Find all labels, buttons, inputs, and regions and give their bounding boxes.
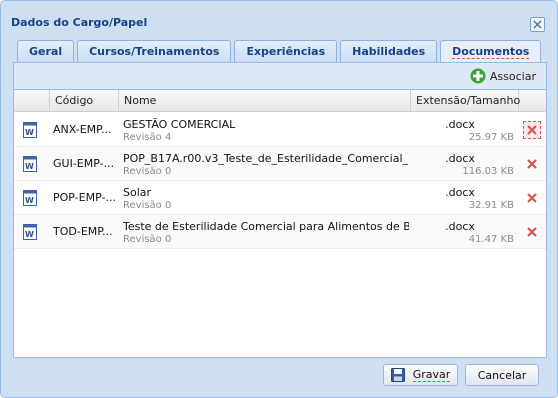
- document-size: 25.97 KB: [468, 132, 514, 143]
- row-code: TOD-EMP...: [53, 225, 113, 238]
- delete-icon: [527, 159, 537, 169]
- tab-habilidades[interactable]: Habilidades: [340, 40, 438, 62]
- row-name: POP_B17A.r00.v3_Teste_de_Esterilidade_Co…: [119, 147, 411, 181]
- header-codigo[interactable]: Código: [50, 90, 119, 112]
- document-name: Solar: [123, 186, 152, 199]
- delete-icon: [527, 227, 537, 237]
- row-name: Teste de Esterilidade Comercial para Ali…: [119, 215, 411, 249]
- header-nome[interactable]: Nome: [119, 90, 411, 112]
- word-document-icon: W: [23, 224, 37, 240]
- row-extension-size: .docx 41.47 KB: [414, 215, 518, 249]
- svg-text:W: W: [25, 230, 34, 239]
- table-row[interactable]: W GUI-EMP-... POP_B17A.r00.v3_Teste_de_E…: [14, 147, 546, 181]
- row-actions: [519, 113, 547, 147]
- document-name: Teste de Esterilidade Comercial para Ali…: [123, 220, 409, 233]
- dialog-title: Dados do Cargo/Papel: [11, 16, 148, 29]
- save-label: Gravar: [412, 368, 451, 382]
- document-extension: .docx: [445, 152, 475, 165]
- document-extension: .docx: [445, 186, 475, 199]
- row-code: POP-EMP-...: [53, 191, 116, 204]
- remove-document-button[interactable]: [523, 223, 541, 241]
- header-actions-column: [519, 90, 548, 112]
- document-revision: Revisão 4: [123, 132, 172, 143]
- header-icon-column: [14, 90, 50, 112]
- table-row[interactable]: W POP-EMP-... Solar Revisão 0 .docx 32.9…: [14, 181, 546, 215]
- cancel-label: Cancelar: [477, 368, 527, 382]
- cancel-button[interactable]: Cancelar: [465, 364, 539, 386]
- document-revision: Revisão 0: [123, 166, 172, 177]
- close-button[interactable]: [530, 17, 545, 32]
- document-extension: .docx: [445, 118, 475, 131]
- row-code: ANX-EMP...: [53, 123, 112, 136]
- document-revision: Revisão 0: [123, 234, 172, 245]
- floppy-disk-icon: [390, 368, 405, 382]
- row-extension-size: .docx 32.91 KB: [414, 181, 518, 215]
- tab-bar: Geral Cursos/Treinamentos Experiências H…: [17, 40, 544, 63]
- word-document-icon: W: [23, 156, 37, 172]
- document-size: 41.47 KB: [468, 234, 514, 245]
- row-code: GUI-EMP-...: [53, 157, 115, 170]
- documents-panel: Associar Código Nome Extensão/Tamanho W …: [13, 62, 547, 358]
- document-size: 116.03 KB: [462, 166, 514, 177]
- remove-document-button[interactable]: [523, 155, 541, 173]
- grid-header: Código Nome Extensão/Tamanho: [14, 90, 546, 112]
- document-name: GESTÃO COMERCIAL: [123, 118, 236, 131]
- row-actions: [519, 147, 547, 181]
- row-extension-size: .docx 116.03 KB: [414, 147, 518, 181]
- tab-cursos-treinamentos[interactable]: Cursos/Treinamentos: [77, 40, 232, 62]
- tab-experiencias[interactable]: Experiências: [234, 40, 338, 62]
- word-document-icon: W: [23, 122, 37, 138]
- add-icon: [470, 68, 486, 84]
- table-row[interactable]: W ANX-EMP... GESTÃO COMERCIAL Revisão 4 …: [14, 113, 546, 147]
- remove-document-button[interactable]: [523, 189, 541, 207]
- associate-label: Associar: [489, 69, 536, 83]
- panel-toolbar: Associar: [14, 63, 546, 90]
- dialog-window: Dados do Cargo/Papel Geral Cursos/Treina…: [0, 0, 558, 398]
- delete-icon: [527, 125, 537, 135]
- svg-text:W: W: [25, 128, 34, 137]
- document-size: 32.91 KB: [468, 200, 514, 211]
- dialog-titlebar[interactable]: Dados do Cargo/Papel: [1, 1, 557, 35]
- row-actions: [519, 181, 547, 215]
- word-document-icon: W: [23, 190, 37, 206]
- tab-geral[interactable]: Geral: [17, 40, 75, 62]
- document-name: POP_B17A.r00.v3_Teste_de_Esterilidade_Co…: [123, 152, 409, 165]
- close-icon: [533, 20, 542, 29]
- row-name: GESTÃO COMERCIAL Revisão 4: [119, 113, 411, 147]
- header-extensao-tamanho[interactable]: Extensão/Tamanho: [411, 90, 520, 112]
- associate-button[interactable]: Associar: [470, 68, 536, 84]
- row-name: Solar Revisão 0: [119, 181, 411, 215]
- svg-text:W: W: [25, 196, 34, 205]
- grid-body: W ANX-EMP... GESTÃO COMERCIAL Revisão 4 …: [14, 113, 546, 249]
- save-button[interactable]: Gravar: [383, 364, 458, 386]
- row-actions: [519, 215, 547, 249]
- remove-document-button[interactable]: [523, 121, 541, 139]
- table-row[interactable]: W TOD-EMP... Teste de Esterilidade Comer…: [14, 215, 546, 249]
- row-extension-size: .docx 25.97 KB: [414, 113, 518, 147]
- tab-documentos[interactable]: Documentos: [440, 40, 542, 63]
- delete-icon: [527, 193, 537, 203]
- document-extension: .docx: [445, 220, 475, 233]
- document-revision: Revisão 0: [123, 200, 172, 211]
- svg-text:W: W: [25, 162, 34, 171]
